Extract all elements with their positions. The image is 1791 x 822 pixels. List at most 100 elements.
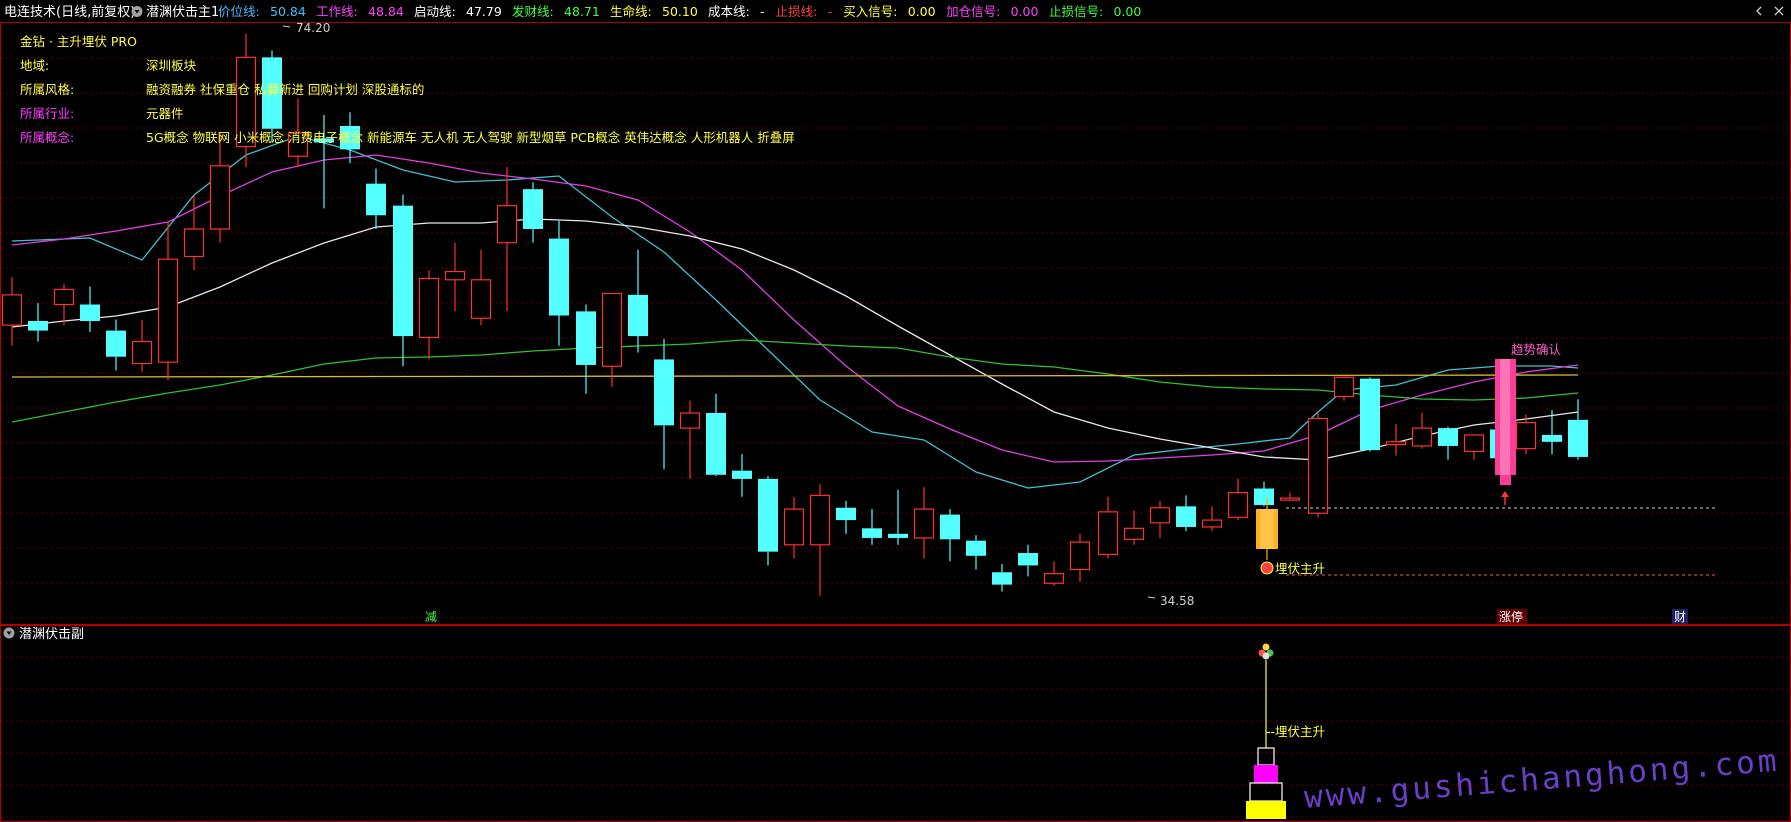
candle[interactable] — [444, 242, 466, 312]
candle-body — [966, 540, 986, 556]
candle[interactable] — [1018, 544, 1038, 577]
candle[interactable] — [992, 564, 1012, 592]
candle-body — [783, 508, 805, 546]
marker-reduce: 减 — [425, 610, 437, 624]
candle-body — [393, 205, 413, 337]
candle-body — [1227, 492, 1249, 518]
candle-body — [836, 507, 856, 521]
candle[interactable] — [940, 509, 960, 562]
candle[interactable] — [966, 535, 986, 570]
candle-body — [601, 292, 623, 367]
close-icon[interactable] — [1774, 6, 1784, 16]
indicator-selector[interactable] — [131, 6, 143, 17]
candle-tail — [1500, 475, 1511, 485]
candle-body — [1333, 376, 1355, 398]
candle[interactable] — [366, 168, 386, 229]
candle[interactable] — [862, 509, 882, 545]
candle[interactable] — [809, 484, 831, 596]
candle[interactable] — [1176, 495, 1196, 532]
candle[interactable] — [1149, 500, 1171, 538]
candle[interactable] — [235, 34, 257, 168]
candle-body — [366, 183, 386, 216]
high-price-marker: 74.20 — [282, 21, 330, 35]
ma-line-价位线 — [11, 135, 1579, 489]
candle[interactable] — [1307, 412, 1329, 518]
stock-chart[interactable]: 电连技术(日线,前复权) 潜渊伏击主1 价位线: 50.84 工作线: 48.84 启动… — [0, 0, 1791, 822]
candle[interactable] — [131, 319, 153, 372]
candle[interactable] — [106, 319, 126, 371]
candle[interactable] — [783, 496, 805, 559]
candle[interactable] — [1411, 412, 1433, 449]
collapse-icon[interactable] — [1756, 6, 1762, 16]
candle[interactable] — [549, 220, 569, 346]
candle[interactable] — [628, 249, 648, 353]
candle[interactable] — [1385, 423, 1407, 456]
info-value-2: 元器件 — [146, 106, 184, 121]
candle-body — [1123, 527, 1145, 540]
candle-body — [758, 478, 778, 552]
candle[interactable] — [1360, 377, 1380, 452]
subpanel-selector[interactable] — [3, 627, 15, 639]
subpanel-signal-label: --埋伏主升 — [1266, 724, 1325, 739]
candle[interactable] — [393, 194, 413, 367]
candle[interactable] — [209, 132, 231, 243]
candle[interactable] — [1279, 492, 1301, 501]
candle[interactable] — [470, 249, 492, 326]
candle[interactable] — [732, 454, 752, 497]
candle[interactable] — [1201, 506, 1223, 532]
info-label-1: 所属风格: — [20, 82, 74, 97]
candle[interactable] — [1097, 496, 1119, 559]
up-arrow-icon — [1501, 491, 1509, 505]
candle[interactable] — [1254, 481, 1274, 507]
candle[interactable] — [1069, 533, 1091, 582]
candle[interactable] — [706, 393, 726, 477]
candle[interactable] — [157, 222, 179, 381]
candle[interactable] — [1463, 434, 1485, 460]
marker-limitup: 涨停 — [1499, 609, 1523, 624]
signal-block-1 — [1254, 765, 1278, 783]
indicator-name[interactable]: 潜渊伏击主1 — [146, 5, 219, 20]
buy-signal-candle — [1256, 497, 1278, 560]
candle-body — [1279, 497, 1301, 501]
candle[interactable] — [53, 283, 75, 326]
candle[interactable] — [496, 167, 518, 312]
header-value-9: 0.00 — [1114, 4, 1142, 19]
candle[interactable] — [1438, 426, 1458, 460]
candle-body — [1149, 507, 1171, 524]
header-item-2: 启动线: — [414, 4, 456, 19]
low-price-marker: 34.58 — [1147, 594, 1194, 608]
candle[interactable] — [758, 476, 778, 566]
candle[interactable] — [679, 400, 701, 479]
ma-line-启动线 — [11, 218, 1579, 461]
header-value-5: - — [760, 4, 765, 19]
svg-text:34.58: 34.58 — [1160, 594, 1194, 608]
candle[interactable] — [1123, 510, 1145, 545]
candle-body — [1463, 434, 1485, 453]
header-indicator-values: 价位线: 50.84 工作线: 48.84 启动线: 47.79 发财线: 48.71 生命线:… — [218, 4, 1141, 19]
info-panel: 地域: 深圳板块所属风格: 融资融券 社保重仓 私募新进 回购计划 深股通标的所属行… — [20, 58, 795, 145]
buy-signal-marker: 埋伏主升 — [1260, 561, 1325, 576]
candle[interactable] — [418, 270, 440, 360]
candle[interactable] — [601, 292, 623, 387]
candle-body — [992, 572, 1012, 585]
candlestick-series[interactable] — [1, 34, 1589, 596]
candle-body — [1385, 441, 1407, 446]
candle[interactable] — [1333, 376, 1355, 401]
candle[interactable] — [523, 182, 543, 243]
candle-body — [1097, 511, 1119, 556]
candle[interactable] — [1227, 478, 1249, 521]
candle[interactable] — [888, 489, 908, 545]
candle[interactable] — [28, 303, 48, 342]
candle[interactable] — [80, 286, 100, 332]
candle[interactable] — [576, 304, 596, 394]
candle-body — [940, 514, 960, 540]
header-value-4: 50.10 — [662, 4, 698, 19]
candle[interactable] — [836, 500, 856, 534]
info-label-2: 所属行业: — [20, 106, 74, 121]
info-label-3: 所属概念: — [20, 130, 74, 145]
info-value-0: 深圳板块 — [146, 58, 197, 73]
candle-body — [1018, 553, 1038, 566]
candle[interactable] — [1, 277, 23, 346]
candle[interactable] — [1043, 561, 1065, 586]
candle[interactable] — [654, 338, 674, 470]
